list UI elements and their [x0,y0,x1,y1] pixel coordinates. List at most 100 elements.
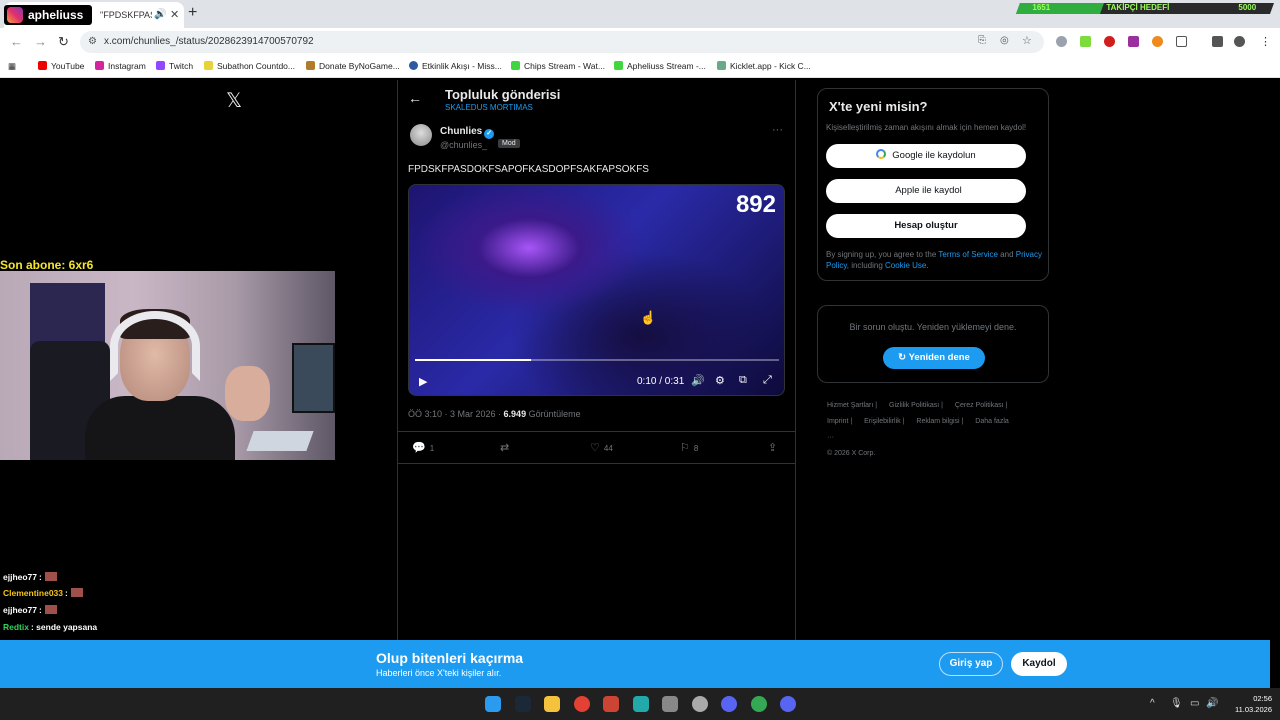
volume-icon[interactable]: 🔊 [1206,698,1218,709]
footer-link[interactable]: Hizmet Şartları | [827,402,877,409]
install-icon[interactable]: ⎘ [978,35,986,46]
settings-icon[interactable]: ⚙ [715,374,725,387]
create-account-button[interactable]: Hesap oluştur [826,214,1026,238]
cookie-link[interactable]: Cookie Use. [885,261,929,270]
puzzle-icon[interactable] [1176,36,1187,47]
footer-link[interactable]: Erişilebilirlik | [864,418,904,425]
apps-icon[interactable]: ▦ [8,61,16,72]
bookmark-etkinlik[interactable]: Etkinlik Akışı - Miss... [409,61,502,71]
site-info-icon[interactable]: ⚙ [88,36,97,47]
author-name[interactable]: Chunlies ✓ [440,126,495,139]
play-icon[interactable]: ▶ [419,375,427,388]
mod-badge: Mod [498,139,520,148]
video-time: 0:10 / 0:31 [637,376,685,387]
webcam-feed [0,271,335,460]
fullscreen-icon[interactable]: ⤢ [763,374,772,387]
app-icon[interactable] [633,696,649,712]
follower-current: 1651 [1032,3,1051,12]
new-tab-button[interactable]: + [188,4,197,22]
bookmark-instagram[interactable]: Instagram [95,61,146,71]
discord-icon[interactable] [721,696,737,712]
reply-button[interactable]: 💬 1 [412,441,434,454]
back-arrow-icon[interactable]: ← [408,90,422,106]
video-progress-bar[interactable] [415,359,779,361]
retry-button[interactable]: ↻ Yeniden dene [883,347,985,369]
microphone-icon[interactable]: 🎙 [1170,698,1183,709]
more-options-icon[interactable]: ··· [772,124,783,136]
terms-link[interactable]: Terms of Service [938,250,998,259]
app-icon[interactable] [662,696,678,712]
like-button[interactable]: ♡ 44 [590,441,613,454]
chrome-icon[interactable] [574,696,590,712]
chat-username: Clementine033 [3,588,63,598]
pip-icon[interactable]: ⧉ [739,374,747,387]
emote-icon [70,588,83,597]
google-signup-button[interactable]: Google ile kaydolun [826,144,1026,168]
signup-card: X'te yeni misin? Kişiselleştirilmiş zama… [817,88,1049,281]
eye-off-icon[interactable]: ◎ [1000,35,1009,46]
bookmark-subathon[interactable]: Subathon Countdo... [204,61,295,71]
profile-icon[interactable] [1234,36,1245,47]
verified-icon: ✓ [484,129,495,139]
close-icon[interactable]: ✕ [170,8,179,21]
address-bar[interactable]: ⚙ x.com/chunlies_/status/202862391470057… [80,31,1044,53]
browser-tabbar: "FPDSKFPASDO 🔊 ✕ + apheliuss 1651 TAKİPÇ… [0,0,1280,28]
bookmark-bynogame[interactable]: Donate ByNoGame... [306,61,400,71]
video-player[interactable]: 892 ▶ 0:10 / 0:31 🔊 ⚙ ⧉ ⤢ [408,184,785,396]
bookmarks-bar: ▦ YouTube Instagram Twitch Subathon Coun… [0,56,1280,78]
bookmark-twitch[interactable]: Twitch [156,61,193,71]
url-text: x.com/chunlies_/status/20286239147005707… [104,36,314,47]
signup-button[interactable]: Kaydol [1011,652,1067,676]
apple-signup-button[interactable]: Apple ile kaydol [826,179,1026,203]
reload-icon[interactable]: ↻ [58,34,69,50]
instagram-handle: apheliuss [28,8,84,22]
browser-toolbar: ← → ↻ ⚙ x.com/chunlies_/status/202862391… [0,28,1280,56]
windows-start-icon[interactable] [485,696,501,712]
bookmark-kicklet[interactable]: Kicklet.app - Kick C... [717,61,811,71]
steam-icon[interactable] [515,696,531,712]
repost-icon[interactable]: ⇄ [500,441,509,454]
chat-message: : [39,572,42,582]
forward-icon[interactable]: → [34,34,47,49]
error-message: Bir sorun oluştu. Yeniden yüklemeyi dene… [849,322,1017,332]
footer-link[interactable]: Imprint | [827,418,852,425]
login-button[interactable]: Giriş yap [939,652,1003,676]
post-meta: ÖÖ 3:10 · 3 Mar 2026 · 6.949 Görüntüleme [408,409,581,419]
chat-username: ejjheo77 [3,605,38,615]
bookmark-chips[interactable]: Chips Stream - Wat... [511,61,605,71]
discord-icon[interactable] [780,696,796,712]
twitch-ext-icon[interactable] [1128,36,1139,47]
back-icon[interactable]: ← [10,34,23,49]
chrome-icon[interactable] [751,696,767,712]
bookmark-youtube[interactable]: YouTube [38,61,84,71]
menu-icon[interactable]: ⋮ [1260,35,1271,48]
chat-username: ejjheo77 [3,572,38,582]
author-handle[interactable]: @chunlies_ [440,140,487,150]
screen: "FPDSKFPASDO 🔊 ✕ + apheliuss 1651 TAKİPÇ… [0,0,1280,720]
network-icon[interactable]: ▭ [1190,698,1199,709]
system-clock[interactable]: 02:56 11.03.2026 [1222,693,1272,715]
star-icon[interactable]: ☆ [1022,34,1032,47]
bookmark-apheliuss[interactable]: Apheliuss Stream -... [614,61,706,71]
share-icon[interactable]: ⇪ [768,441,777,454]
volume-icon[interactable]: 🔊 [691,374,705,387]
speaker-icon[interactable]: 🔊 [154,9,166,20]
avatar[interactable] [410,124,432,146]
footer-link[interactable]: Çerez Politikası | [955,402,1007,409]
bookmark-button[interactable]: ⚐ 8 [680,441,698,454]
extension-icon[interactable] [1152,36,1163,47]
tray-chevron-icon[interactable]: ^ [1150,698,1155,709]
app-icon[interactable] [603,696,619,712]
footer-link[interactable]: Reklam bilgisi | [916,418,963,425]
file-explorer-icon[interactable] [544,696,560,712]
footer-link[interactable]: Gizlilik Politikası | [889,402,943,409]
x-logo-icon[interactable]: 𝕏 [226,88,242,113]
app-icon[interactable] [692,696,708,712]
shield-icon[interactable] [1056,36,1067,47]
subathon-icon [204,61,213,70]
opera-icon[interactable] [1104,36,1115,47]
community-link[interactable]: SKALEDUS MORTIMAS [445,103,533,112]
reading-list-icon[interactable] [1212,36,1223,47]
extension-icon[interactable] [1080,36,1091,47]
google-icon [876,149,887,159]
